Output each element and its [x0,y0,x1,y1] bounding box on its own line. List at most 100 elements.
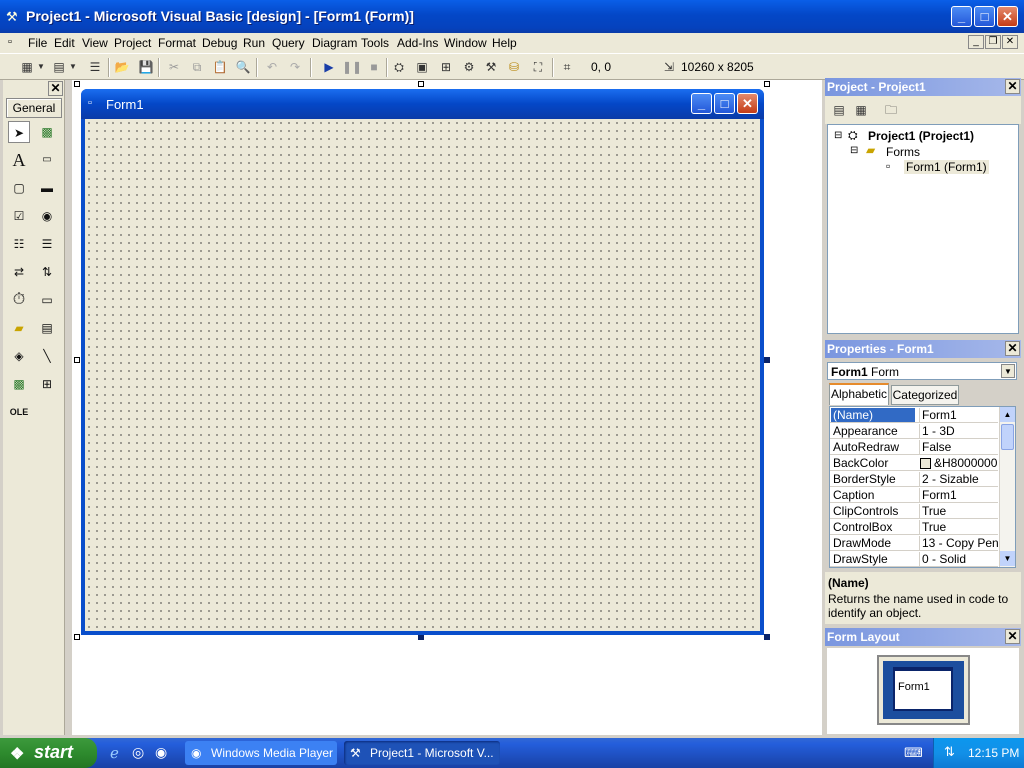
vscrollbar-tool-icon[interactable]: ⇅ [36,261,58,283]
property-value[interactable]: False [919,440,999,454]
property-row[interactable]: AutoRedraw False [830,439,998,455]
menu-debug[interactable]: Debug [202,36,237,50]
properties-panel-close-button[interactable]: ✕ [1005,341,1020,356]
property-row[interactable]: Appearance 1 - 3D [830,423,998,439]
project-explorer-icon[interactable]: ⛭ [390,58,408,76]
property-value[interactable]: Form1 [919,488,999,502]
properties-window-icon[interactable]: ▣ [413,58,431,76]
task-media-player[interactable]: ◉ Windows Media Player [185,741,337,765]
form-icon[interactable]: ▫ [8,36,12,48]
checkbox-tool-icon[interactable]: ☑ [8,205,30,227]
resize-handle-br[interactable] [764,634,770,640]
object-selector[interactable]: Form1 Form ▼ [827,362,1017,380]
view-code-icon[interactable]: ▤ [830,101,848,119]
tab-categorized[interactable]: Categorized [891,385,959,405]
scroll-thumb[interactable] [1001,424,1014,450]
tree-forms-folder[interactable]: Forms [886,145,920,159]
form1-client-grid[interactable] [85,119,760,631]
property-row[interactable]: Caption Form1 [830,487,998,503]
textbox-tool-icon[interactable]: ▭ [36,149,58,171]
property-value[interactable]: &H8000000F [934,456,998,470]
add-form-icon[interactable]: ▤ [50,58,68,76]
property-value[interactable]: True [919,504,999,518]
toolbox-icon[interactable]: ⚒ [482,58,500,76]
project-panel-close-button[interactable]: ✕ [1005,79,1020,94]
scroll-down-icon[interactable]: ▼ [1000,551,1015,566]
mdi-close-button[interactable]: ✕ [1002,35,1018,49]
form-layout-icon[interactable]: ⊞ [437,58,455,76]
start-icon[interactable]: ▶ [320,58,338,76]
property-row[interactable]: (Name) Form1 [830,407,998,423]
menu-file[interactable]: File [28,36,47,50]
open-project-icon[interactable]: 📂 [113,58,131,76]
shape-tool-icon[interactable]: ◈ [8,345,30,367]
resize-handle-tc[interactable] [418,81,424,87]
combobox-tool-icon[interactable]: ☷ [8,233,30,255]
mdi-minimize-button[interactable]: _ [968,35,984,49]
resize-handle-ml[interactable] [74,357,80,363]
property-value[interactable]: 2 - Sizable [919,472,999,486]
tree-form1-item[interactable]: Form1 (Form1) [904,160,989,174]
toggle-folders-icon[interactable]: 🗀 [882,101,900,119]
menu-editor-icon[interactable]: ☰ [86,58,104,76]
add-project-dropdown-icon[interactable]: ▼ [36,58,46,76]
optionbutton-tool-icon[interactable]: ◉ [36,205,58,227]
property-value[interactable]: True [919,520,999,534]
label-tool-icon[interactable]: A [8,149,30,171]
end-icon[interactable]: ■ [365,58,383,76]
tab-alphabetic[interactable]: Alphabetic [829,383,889,405]
property-grid-scrollbar[interactable]: ▲ ▼ [999,407,1015,567]
close-button[interactable]: ✕ [997,6,1018,27]
toolbox-general-tab[interactable]: General [6,98,62,118]
form1-maximize-button[interactable]: □ [714,93,735,114]
toolbox-close-button[interactable]: ✕ [48,81,63,96]
menu-addins[interactable]: Add-Ins [397,36,438,50]
property-row[interactable]: DrawStyle 0 - Solid [830,551,998,567]
form1-minimize-button[interactable]: _ [691,93,712,114]
form1-window[interactable]: ▫ Form1 _ □ ✕ [81,89,764,635]
chevron-down-icon[interactable]: ▼ [1001,364,1015,378]
menu-help[interactable]: Help [492,36,517,50]
resize-handle-bl[interactable] [74,634,80,640]
start-button[interactable]: ❖ start [0,738,97,768]
clock[interactable]: 12:15 PM [968,746,1019,760]
ie-icon[interactable]: ℯ [110,744,119,762]
listbox-tool-icon[interactable]: ☰ [36,233,58,255]
line-tool-icon[interactable]: ╲ [36,345,58,367]
minimize-button[interactable]: _ [951,6,972,27]
property-value[interactable]: Form1 [919,408,999,422]
view-object-icon[interactable]: ▦ [852,101,870,119]
maximize-button[interactable]: □ [974,6,995,27]
hscrollbar-tool-icon[interactable]: ⇄ [8,261,30,283]
menu-window[interactable]: Window [444,36,487,50]
collapse-icon[interactable]: ⊟ [850,145,858,156]
resize-handle-mr[interactable] [764,357,770,363]
drivelistbox-tool-icon[interactable]: ▭ [36,289,58,311]
menu-diagram[interactable]: Diagram [312,36,357,50]
form1-close-button[interactable]: ✕ [737,93,758,114]
menu-tools[interactable]: Tools [361,36,389,50]
image-tool-icon[interactable]: ▩ [8,373,30,395]
cut-icon[interactable]: ✂ [165,58,183,76]
save-project-icon[interactable]: 💾 [137,58,155,76]
property-row[interactable]: BorderStyle 2 - Sizable [830,471,998,487]
mdi-restore-button[interactable]: ❐ [985,35,1001,49]
menu-query[interactable]: Query [272,36,305,50]
layout-form-preview[interactable]: Form1 [893,667,953,711]
timer-tool-icon[interactable]: ⏱ [8,289,30,311]
menu-project[interactable]: Project [114,36,151,50]
task-vb-project[interactable]: ⚒ Project1 - Microsoft V... [344,741,500,765]
menu-format[interactable]: Format [158,36,196,50]
property-row[interactable]: DrawMode 13 - Copy Pen [830,535,999,551]
pointer-tool-icon[interactable]: ➤ [8,121,30,143]
find-icon[interactable]: 🔍 [234,58,252,76]
dirlistbox-tool-icon[interactable]: ▰ [8,317,30,339]
add-form-dropdown-icon[interactable]: ▼ [68,58,78,76]
resize-handle-tr[interactable] [764,81,770,87]
commandbutton-tool-icon[interactable]: ▬ [36,177,58,199]
frame-tool-icon[interactable]: ▢ [8,177,30,199]
data-tool-icon[interactable]: ⊞ [36,373,58,395]
property-row[interactable]: BackColor &H8000000F [830,455,998,471]
object-browser-icon[interactable]: ⚙ [460,58,478,76]
break-icon[interactable]: ❚❚ [342,58,362,76]
